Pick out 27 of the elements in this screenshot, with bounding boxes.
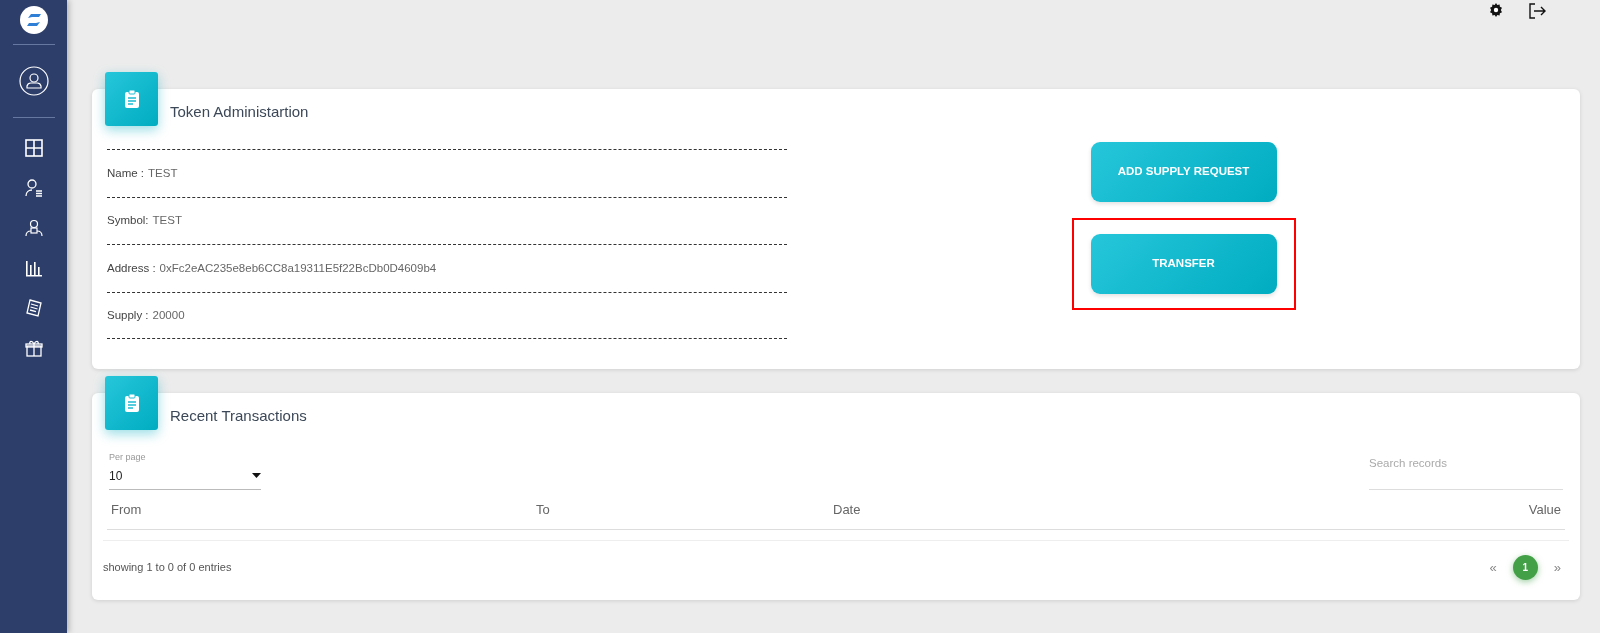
logout-icon[interactable]	[1529, 3, 1546, 19]
dropdown-caret-icon	[252, 473, 261, 478]
page-button[interactable]: 1	[1512, 555, 1538, 580]
field-row-text: Name : TEST	[107, 165, 178, 181]
column-header[interactable]: From	[111, 499, 536, 519]
user-list-icon[interactable]	[24, 179, 43, 197]
dashboard-icon[interactable]	[24, 139, 43, 157]
column-header[interactable]: Date	[833, 499, 1461, 519]
column-header[interactable]: Value	[1461, 499, 1561, 519]
field-label: Per page	[109, 451, 147, 464]
next-page-button[interactable]: »	[1553, 557, 1561, 578]
column-header[interactable]: To	[536, 499, 833, 519]
profile-icon[interactable]	[18, 66, 49, 96]
field-row-text: Symbol: TEST	[107, 213, 182, 229]
gift-icon[interactable]	[24, 339, 43, 357]
people-icon[interactable]	[24, 219, 43, 237]
receipt-icon[interactable]	[24, 299, 43, 317]
settings-icon[interactable]	[1489, 3, 1503, 17]
per-page-select[interactable]: 10	[109, 464, 261, 490]
field-row-text: Address : 0xFc2eAC235e8eb6CC8a19311E5f22BcDb0D4609b4	[107, 260, 437, 276]
field-row-text: Supply : 20000	[107, 307, 185, 323]
bar-chart-icon[interactable]	[24, 259, 43, 277]
logo-icon[interactable]	[19, 6, 48, 34]
entries-summary: showing 1 to 0 of 0 entries	[103, 560, 232, 576]
card-title: Token Administartion	[170, 103, 309, 120]
previous-page-button[interactable]: «	[1489, 557, 1497, 578]
card-title: Recent Transactions	[170, 407, 307, 424]
